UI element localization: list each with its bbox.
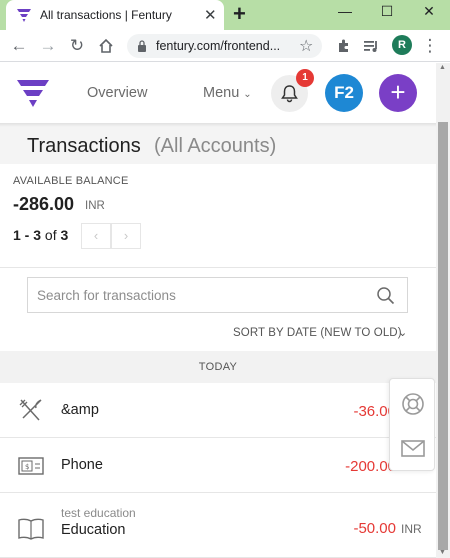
add-transaction-button[interactable]: + xyxy=(379,74,417,112)
support-widget xyxy=(389,378,435,471)
search-box xyxy=(27,277,408,313)
tab-close-icon[interactable]: ✕ xyxy=(204,6,217,24)
date-group-label: TODAY xyxy=(198,361,238,373)
fork-knife-icon xyxy=(19,399,42,421)
fentury-logo-icon xyxy=(17,9,31,22)
scroll-down-arrow-icon[interactable]: ▼ xyxy=(439,549,446,556)
bill-icon: $ xyxy=(18,457,44,475)
browser-toolbar: ← → ↻ fentury.com/frontend... ☆ R ⋮ xyxy=(0,30,450,62)
fentury-logo-icon[interactable] xyxy=(16,77,50,109)
minimize-button[interactable]: — xyxy=(330,0,360,22)
search-input[interactable] xyxy=(28,278,368,312)
close-window-button[interactable]: ✕ xyxy=(414,0,444,22)
new-tab-button[interactable]: + xyxy=(233,1,246,27)
divider xyxy=(0,267,436,268)
bookmark-star-icon[interactable]: ☆ xyxy=(299,36,313,56)
search-icon[interactable] xyxy=(376,286,395,305)
date-group-header: TODAY xyxy=(0,351,436,383)
workspace-avatar-button[interactable]: F2 xyxy=(325,74,363,112)
page-subtitle: (All Accounts) xyxy=(154,135,277,157)
transaction-currency: INR xyxy=(401,522,422,536)
browser-tab[interactable]: All transactions | Fentury ✕ xyxy=(6,0,224,30)
media-queue-icon[interactable] xyxy=(362,36,382,56)
lock-icon xyxy=(138,40,146,52)
balance-label: AVAILABLE BALANCE xyxy=(13,175,129,187)
transaction-amount: -50.00 xyxy=(353,520,396,537)
transaction-name: &amp xyxy=(61,402,99,418)
transaction-row[interactable]: test education Education -50.00 INR xyxy=(0,493,436,558)
pagination-total: 3 xyxy=(60,227,69,243)
transaction-name: Phone xyxy=(61,457,103,473)
previous-page-button[interactable]: ‹ xyxy=(81,223,111,249)
main-content: Transactions (All Accounts) AVAILABLE BA… xyxy=(0,123,436,558)
balance-currency: INR xyxy=(85,200,105,212)
pagination-info: 1 - 3 of 3 xyxy=(13,227,68,243)
page-title: Transactions xyxy=(27,135,141,157)
transaction-row[interactable]: &amp -36.00 xyxy=(0,383,436,438)
nav-menu-label: Menu xyxy=(203,85,240,101)
pagination-range: 1 - 3 xyxy=(13,227,42,243)
reload-icon[interactable]: ↻ xyxy=(67,36,87,56)
kebab-menu-icon[interactable]: ⋮ xyxy=(420,36,440,56)
transaction-name: Education xyxy=(61,522,126,538)
back-arrow-icon[interactable]: ← xyxy=(9,36,29,56)
transaction-note: test education xyxy=(61,506,136,520)
chevron-down-icon: ⌄ xyxy=(243,89,252,100)
app-header: Overview Menu ⌄ 1 F2 + xyxy=(0,63,436,123)
maximize-button[interactable]: ☐ xyxy=(372,0,402,22)
scrollbar-thumb[interactable] xyxy=(438,122,448,550)
next-page-button[interactable]: › xyxy=(111,223,141,249)
sort-dropdown[interactable]: SORT BY DATE (NEW TO OLD) xyxy=(233,327,402,339)
address-bar[interactable]: fentury.com/frontend... ☆ xyxy=(127,34,322,58)
pagination-of: of xyxy=(41,227,61,243)
book-icon xyxy=(18,518,44,540)
lifebuoy-help-icon[interactable] xyxy=(401,392,425,416)
url-text: fentury.com/frontend... xyxy=(156,39,281,53)
transaction-row[interactable]: $ Phone -200.00 xyxy=(0,438,436,493)
notification-count-badge: 1 xyxy=(296,69,314,87)
browser-tab-strip: All transactions | Fentury ✕ + — ☐ ✕ xyxy=(0,0,450,30)
svg-text:$: $ xyxy=(25,463,29,471)
page-title-band: Transactions (All Accounts) xyxy=(0,127,436,164)
nav-menu-dropdown[interactable]: Menu ⌄ xyxy=(203,85,252,101)
extensions-puzzle-icon[interactable] xyxy=(334,36,354,56)
scroll-up-arrow-icon[interactable]: ▲ xyxy=(439,64,446,71)
home-icon[interactable] xyxy=(96,36,116,56)
nav-overview-link[interactable]: Overview xyxy=(87,85,147,101)
tab-title: All transactions | Fentury xyxy=(40,8,172,22)
bell-icon xyxy=(281,85,298,103)
mail-icon[interactable] xyxy=(401,438,425,458)
balance-value: -286.00 xyxy=(13,194,75,214)
forward-arrow-icon[interactable]: → xyxy=(38,36,58,56)
profile-avatar[interactable]: R xyxy=(392,35,412,55)
chevron-down-icon[interactable]: ⌄ xyxy=(398,326,407,339)
